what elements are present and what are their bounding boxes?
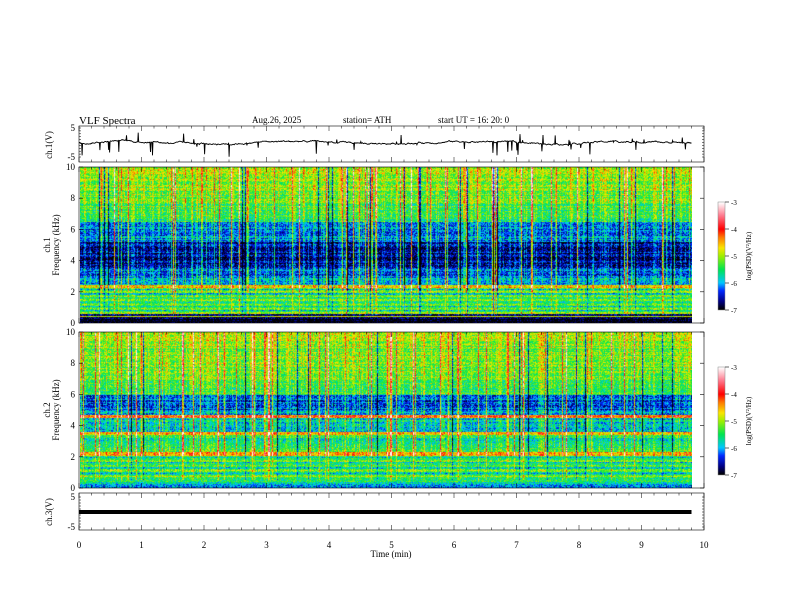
colorbar-frame (717, 366, 726, 476)
y-tick-label: 10 (66, 162, 76, 172)
x-tick-label: 0 (77, 540, 82, 550)
figure-title: VLF Spectra (79, 115, 136, 127)
y-tick-label: 8 (71, 358, 76, 368)
colorbar-tick-label: -6 (731, 280, 737, 288)
panel-frame (78, 331, 705, 489)
x-axis-label: Time (min) (371, 549, 412, 559)
y-tick-label: -5 (68, 522, 76, 532)
y-tick-label: 10 (66, 327, 76, 337)
panel-frame (78, 166, 705, 324)
colorbar-tick-label: -5 (731, 253, 737, 261)
vlf-spectra-figure: VLF Spectra Aug.26, 2025 station= ATH st… (0, 0, 792, 612)
y-tick-label: -5 (68, 152, 76, 162)
date-label: Aug.26, 2025 (252, 115, 302, 125)
y-tick-label: 6 (71, 224, 76, 234)
x-tick-label: 8 (577, 540, 582, 550)
y-tick-label: 5 (71, 492, 76, 502)
colorbar-tick-label: -6 (731, 445, 737, 453)
start-ut-label: start UT = 16: 20: 0 (438, 115, 510, 125)
ch1-spec-ylabel-2: Frequency (kHz) (51, 214, 61, 275)
station-label: station= ATH (343, 115, 392, 125)
y-tick-label: 2 (71, 452, 76, 462)
ch3-ylabel: ch.3(V) (44, 498, 54, 526)
x-tick-label: 6 (452, 540, 457, 550)
ch1-waveform-line (78, 132, 692, 157)
colorbar-tick-label: -7 (731, 307, 737, 315)
x-tick-label: 3 (264, 540, 269, 550)
x-tick-label: 10 (700, 540, 710, 550)
x-tick-label: 5 (389, 540, 394, 550)
colorbar-frame (717, 201, 726, 311)
x-tick-label: 7 (514, 540, 519, 550)
y-tick-label: 4 (71, 256, 76, 266)
x-tick-label: 2 (202, 540, 207, 550)
plot-overlay: VLF Spectra Aug.26, 2025 station= ATH st… (42, 115, 753, 559)
colorbar-tick-label: -3 (731, 364, 737, 372)
y-tick-label: 4 (71, 421, 76, 431)
x-tick-label: 4 (327, 540, 332, 550)
ch2-spec-ylabel-2: Frequency (kHz) (51, 379, 61, 440)
y-tick-label: 5 (71, 123, 76, 133)
colorbar-tick-label: -7 (731, 472, 737, 480)
colorbar-tick-label: -5 (731, 418, 737, 426)
colorbar-tick-label: -4 (731, 391, 737, 399)
ch2-colorbar-label: log(PSD)(V²/Hz) (745, 396, 753, 445)
y-tick-label: 8 (71, 193, 76, 203)
x-tick-label: 1 (139, 540, 144, 550)
ch1-ylabel: ch.1(V) (44, 131, 54, 159)
ch1-colorbar-label: log(PSD)(V²/Hz) (745, 231, 753, 280)
y-tick-label: 6 (71, 389, 76, 399)
colorbar-tick-label: -3 (731, 199, 737, 207)
colorbar-tick-label: -4 (731, 226, 737, 234)
x-tick-label: 9 (639, 540, 644, 550)
y-tick-label: 2 (71, 287, 76, 297)
